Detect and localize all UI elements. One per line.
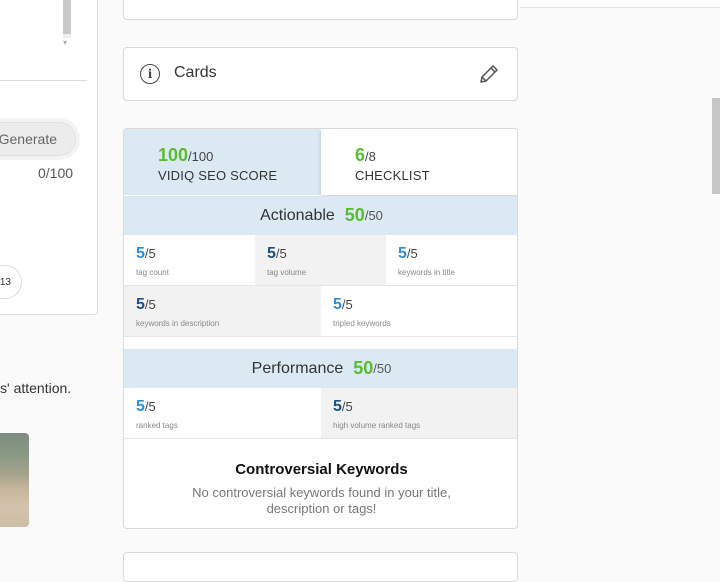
- next-card: [123, 552, 518, 582]
- metric-label: keywords in description: [136, 319, 220, 328]
- metric-tag-count: 5/5 tag count: [124, 235, 255, 286]
- metric-high-volume-ranked-tags: 5/5 high volume ranked tags: [321, 388, 517, 439]
- metric-score: 5/5: [136, 398, 156, 415]
- metric-ranked-tags: 5/5 ranked tags: [124, 388, 321, 439]
- controversial-keywords-title: Controversial Keywords: [235, 461, 408, 478]
- metric-tripled-keywords: 5/5 tripled keywords: [321, 286, 517, 337]
- metric-label: tag volume: [267, 268, 307, 277]
- cards-row[interactable]: i Cards: [123, 47, 518, 101]
- metric-score: 5/5: [333, 296, 353, 313]
- performance-max: /50: [373, 361, 392, 376]
- video-thumbnail[interactable]: [0, 433, 29, 527]
- actionable-max: /50: [364, 208, 383, 223]
- checklist-label: CHECKLIST: [355, 168, 430, 183]
- panel-divider: [0, 80, 87, 81]
- metric-label: high volume ranked tags: [333, 421, 421, 430]
- info-icon: i: [140, 64, 160, 84]
- page-scrollbar-thumb[interactable]: [712, 98, 720, 194]
- performance-score: 50: [353, 358, 374, 378]
- seo-score-card: 100/100 VIDIQ SEO SCORE 6/8 CHECKLIST Ac…: [123, 128, 518, 529]
- metric-score: 5/5: [333, 398, 353, 415]
- tab-checklist[interactable]: 6/8 CHECKLIST: [321, 129, 517, 195]
- metric-label: tag count: [136, 268, 169, 277]
- seo-score-value: 100/100: [158, 145, 214, 165]
- metric-keywords-in-description: 5/5 keywords in description: [124, 286, 321, 337]
- checklist-score-value: 6/8: [355, 145, 376, 165]
- performance-title: Performance: [251, 359, 344, 377]
- cards-label: Cards: [174, 64, 217, 81]
- actionable-score: 50: [344, 205, 365, 225]
- metric-label: ranked tags: [136, 421, 178, 430]
- description-text-fragment: s' attention.: [0, 380, 72, 396]
- actionable-title: Actionable: [260, 206, 335, 224]
- scroll-down-arrow-icon[interactable]: ▾: [63, 38, 67, 47]
- top-card: [123, 0, 518, 20]
- tab-seo-score[interactable]: 100/100 VIDIQ SEO SCORE: [124, 129, 321, 195]
- top-divider: [520, 0, 720, 8]
- metric-tag-volume: 5/5 tag volume: [255, 235, 386, 286]
- controversial-keywords-message: No controversial keywords found in your …: [192, 485, 451, 516]
- actionable-header: Actionable 50/50: [124, 196, 517, 235]
- seo-score-label: VIDIQ SEO SCORE: [158, 168, 278, 183]
- metric-score: 5/5: [398, 245, 418, 262]
- metric-score: 5/5: [267, 245, 287, 262]
- pencil-edit-icon[interactable]: [477, 62, 501, 86]
- performance-header: Performance 50/50: [124, 349, 517, 388]
- generate-button[interactable]: Generate: [0, 122, 76, 156]
- metric-label: tripled keywords: [333, 319, 391, 328]
- metric-label: keywords in title: [398, 268, 455, 277]
- title-char-count: 0/100: [38, 165, 74, 181]
- metric-score: 5/5: [136, 296, 156, 313]
- textarea-scrollbar-thumb[interactable]: [63, 0, 71, 34]
- metric-score: 5/5: [136, 245, 156, 262]
- metric-keywords-in-title: 5/5 keywords in title: [386, 235, 517, 286]
